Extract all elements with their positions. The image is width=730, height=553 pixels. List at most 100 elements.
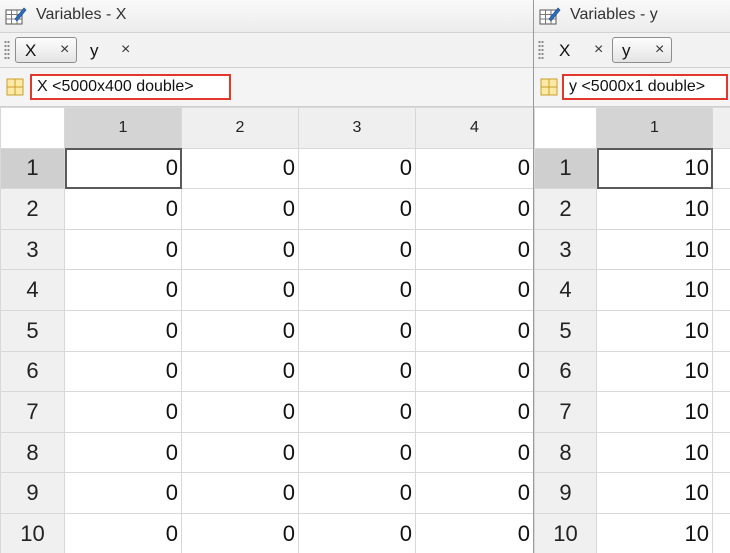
column-header[interactable]: 2 — [181, 107, 299, 149]
grid-cell[interactable]: 0 — [181, 391, 299, 433]
grid-cell[interactable]: 0 — [181, 147, 299, 190]
grid-cell[interactable]: 0 — [181, 431, 299, 474]
tab-x[interactable]: X × — [549, 37, 611, 63]
grid-cell[interactable]: 0 — [64, 512, 182, 553]
grid-cell[interactable]: 0 — [415, 391, 533, 433]
panel-titlebar[interactable]: Variables - y — [534, 0, 730, 33]
column-header[interactable] — [712, 107, 730, 149]
grid-cell[interactable]: 0 — [64, 309, 182, 352]
grid-cell[interactable] — [712, 147, 730, 190]
row-header[interactable]: 1 — [534, 147, 597, 190]
grid-cell[interactable]: 0 — [415, 147, 533, 190]
grid-cell[interactable]: 0 — [415, 228, 533, 271]
grid-cell[interactable] — [712, 431, 730, 474]
row-header[interactable]: 3 — [0, 228, 65, 271]
grid-cell[interactable]: 0 — [415, 269, 533, 311]
drag-grip-icon[interactable] — [4, 40, 10, 60]
grid-cell[interactable]: 0 — [298, 391, 416, 433]
row-header[interactable]: 4 — [534, 269, 597, 311]
panel-titlebar[interactable]: Variables - X — [0, 0, 533, 33]
row-header[interactable]: 5 — [0, 309, 65, 352]
grid-cell[interactable]: 0 — [181, 188, 299, 230]
grid-cell[interactable]: 0 — [298, 147, 416, 190]
grid-corner[interactable] — [0, 107, 65, 149]
grid-cell[interactable]: 10 — [596, 269, 713, 311]
grid-cell[interactable]: 0 — [415, 309, 533, 352]
grid-cell[interactable]: 10 — [596, 431, 713, 474]
grid-cell[interactable]: 10 — [596, 350, 713, 393]
grid-cell[interactable]: 10 — [596, 188, 713, 230]
row-header[interactable]: 7 — [0, 391, 65, 433]
tab-y[interactable]: y × — [612, 37, 672, 63]
row-header[interactable]: 4 — [0, 269, 65, 311]
grid-cell[interactable]: 0 — [64, 147, 182, 190]
grid-cell[interactable] — [712, 512, 730, 553]
row-header[interactable]: 5 — [534, 309, 597, 352]
row-header[interactable]: 6 — [534, 350, 597, 393]
grid-cell[interactable]: 0 — [64, 391, 182, 433]
grid-cell[interactable]: 0 — [298, 309, 416, 352]
drag-grip-icon[interactable] — [538, 40, 544, 60]
close-icon[interactable]: × — [60, 41, 69, 59]
grid-cell[interactable] — [712, 391, 730, 433]
row-header[interactable]: 8 — [0, 431, 65, 474]
row-header[interactable]: 3 — [534, 228, 597, 271]
row-header[interactable]: 10 — [0, 512, 65, 553]
grid-cell[interactable]: 0 — [64, 350, 182, 393]
row-header[interactable]: 9 — [534, 472, 597, 514]
grid-cell[interactable]: 0 — [298, 512, 416, 553]
grid-cell[interactable]: 0 — [64, 431, 182, 474]
row-header[interactable]: 6 — [0, 350, 65, 393]
grid-cell[interactable]: 0 — [298, 269, 416, 311]
grid-cell[interactable]: 0 — [415, 350, 533, 393]
tab-y[interactable]: y × — [80, 37, 142, 63]
grid-cell[interactable] — [712, 472, 730, 514]
grid-cell[interactable] — [712, 350, 730, 393]
column-header[interactable]: 3 — [298, 107, 416, 149]
grid-cell[interactable]: 0 — [181, 269, 299, 311]
grid-cell[interactable]: 0 — [298, 431, 416, 474]
grid-cell[interactable]: 0 — [298, 228, 416, 271]
grid-cell[interactable]: 10 — [596, 309, 713, 352]
tab-x[interactable]: X × — [15, 37, 77, 63]
row-header[interactable]: 2 — [534, 188, 597, 230]
close-icon[interactable]: × — [594, 41, 603, 59]
grid-cell[interactable]: 0 — [64, 188, 182, 230]
column-header[interactable]: 1 — [596, 107, 713, 149]
grid-cell[interactable]: 0 — [181, 512, 299, 553]
grid-cell[interactable]: 10 — [596, 147, 713, 190]
grid-cell[interactable]: 0 — [181, 309, 299, 352]
grid-cell[interactable]: 0 — [181, 350, 299, 393]
grid-cell[interactable]: 10 — [596, 228, 713, 271]
row-header[interactable]: 10 — [534, 512, 597, 553]
grid-cell[interactable] — [712, 309, 730, 352]
grid-cell[interactable]: 0 — [415, 512, 533, 553]
grid-cell[interactable]: 10 — [596, 472, 713, 514]
grid-cell[interactable] — [712, 269, 730, 311]
grid-cell[interactable]: 0 — [64, 269, 182, 311]
grid-cell[interactable] — [712, 188, 730, 230]
row-header[interactable]: 8 — [534, 431, 597, 474]
grid-corner[interactable] — [534, 107, 597, 149]
grid-cell[interactable]: 0 — [415, 472, 533, 514]
grid-cell[interactable]: 0 — [415, 431, 533, 474]
grid-cell[interactable]: 0 — [298, 350, 416, 393]
grid-cell[interactable]: 10 — [596, 512, 713, 553]
column-header[interactable]: 1 — [64, 107, 182, 149]
row-header[interactable]: 1 — [0, 147, 65, 190]
grid-cell[interactable]: 10 — [596, 391, 713, 433]
column-header[interactable]: 4 — [415, 107, 533, 149]
row-header[interactable]: 2 — [0, 188, 65, 230]
grid-cell[interactable]: 0 — [181, 228, 299, 271]
row-header[interactable]: 7 — [534, 391, 597, 433]
row-header[interactable]: 9 — [0, 472, 65, 514]
grid-cell[interactable]: 0 — [181, 472, 299, 514]
close-icon[interactable]: × — [121, 41, 130, 59]
grid-cell[interactable]: 0 — [298, 472, 416, 514]
grid-cell[interactable]: 0 — [298, 188, 416, 230]
grid-cell[interactable]: 0 — [64, 228, 182, 271]
grid-cell[interactable]: 0 — [64, 472, 182, 514]
close-icon[interactable]: × — [655, 41, 664, 59]
grid-cell[interactable] — [712, 228, 730, 271]
grid-cell[interactable]: 0 — [415, 188, 533, 230]
